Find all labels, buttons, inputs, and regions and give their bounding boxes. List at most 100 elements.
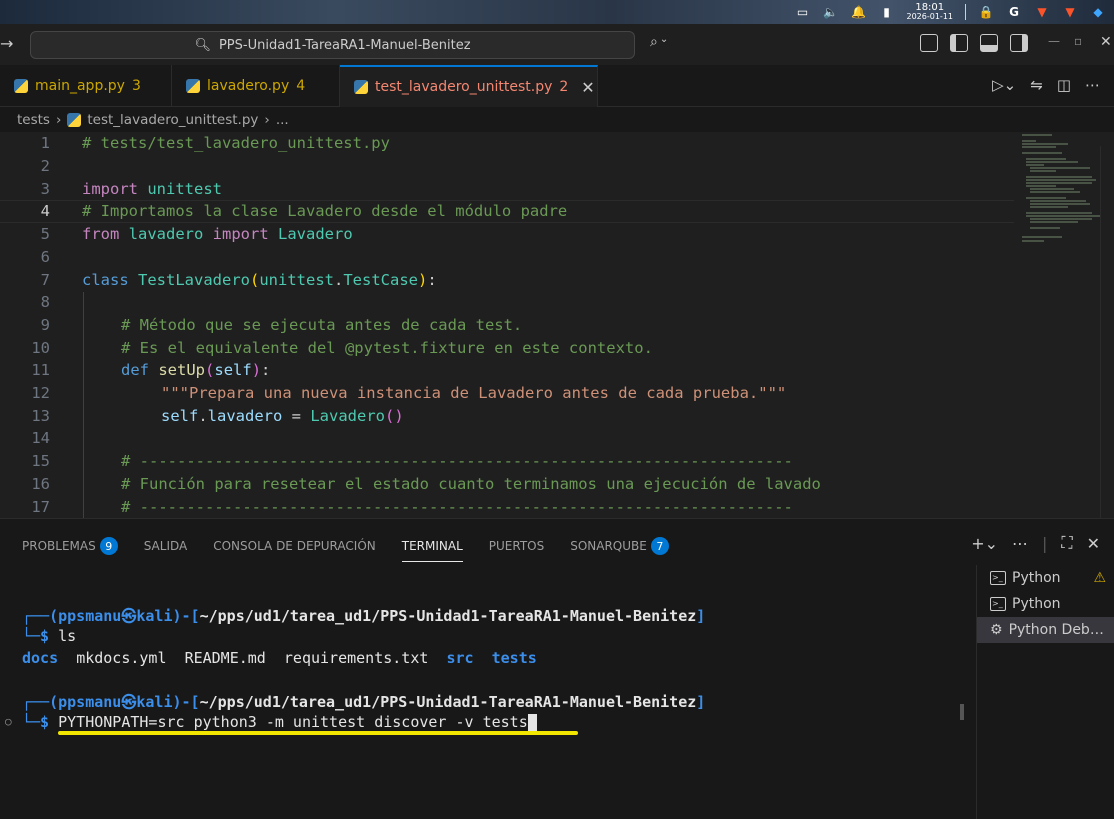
workspace-name: PPS-Unidad1-TareaRA1-Manuel-Benitez [218, 37, 471, 53]
class-name: Lavadero [310, 406, 385, 425]
terminal-output[interactable]: ┌──(ppsmanu㉿kali)-[~/pps/ud1/tarea_ud1/P… [0, 563, 960, 819]
parameter: self [214, 361, 252, 380]
tab-label: SONARQUBE [570, 539, 647, 553]
window-icon[interactable]: ▭ [795, 4, 811, 20]
maximize-icon[interactable]: ▫ [1074, 34, 1082, 48]
class-name: TestLavadero [138, 270, 250, 289]
breadcrumb: tests › test_lavadero_unittest.py › ... [17, 112, 289, 128]
more-actions-icon[interactable]: ⋯ [1012, 534, 1028, 553]
run-icon[interactable]: ▷⌄ [992, 76, 1016, 94]
close-window-icon[interactable]: ✕ [1100, 34, 1112, 50]
clock[interactable]: 18:01 2026-01-11 [907, 2, 954, 22]
dir-tests: tests [491, 649, 537, 667]
keyword: import [82, 179, 138, 198]
line-number: 4 [40, 202, 50, 221]
tab-label: SALIDA [143, 539, 188, 553]
tab-problem-count: 3 [131, 78, 141, 94]
close-tab-icon[interactable]: ✕ [581, 78, 594, 97]
terminal-item-python-1[interactable]: >_ Python ⚠ [977, 565, 1114, 591]
code-line: 1 # tests/test_lavadero_unittest.py [0, 132, 1014, 155]
tab-output[interactable]: SALIDA [144, 537, 188, 555]
battery-icon[interactable]: ▮ [879, 4, 895, 20]
line-number: 1 [40, 134, 50, 153]
copilot-icon: ⌕ [650, 34, 658, 50]
code-line: 14 [0, 427, 1014, 450]
panel-tab-list: PROBLEMAS 9 SALIDA CONSOLA DE DEPURACIÓN… [22, 537, 669, 562]
command-center-search[interactable]: 🔍︎ PPS-Unidad1-TareaRA1-Manuel-Benitez [30, 31, 635, 59]
tab-label: test_lavadero_unittest.py [375, 79, 553, 95]
customize-layout-icon[interactable] [920, 34, 938, 52]
terminal-icon: >_ [990, 597, 1006, 611]
keyword: class [82, 270, 129, 289]
minimize-icon[interactable]: — [1048, 34, 1060, 48]
editor-vertical-scrollbar[interactable] [1100, 146, 1114, 518]
minimap[interactable] [1018, 132, 1100, 252]
terminal-item-python-debug[interactable]: ⚙ Python Deb… [977, 617, 1114, 643]
panel-divider: | [1042, 533, 1048, 553]
module-name: lavadero [128, 225, 204, 244]
toggle-panel-icon[interactable] [980, 34, 998, 52]
line-number: 16 [31, 474, 50, 493]
chevron-down-icon: ⌄ [659, 34, 669, 45]
brave-icon-2[interactable]: ▼ [1062, 4, 1078, 20]
tab-sonarqube[interactable]: SONARQUBE 7 [570, 537, 669, 555]
compare-changes-icon[interactable]: ⇋ [1030, 76, 1043, 94]
terminal-item-python-2[interactable]: >_ Python [977, 591, 1114, 617]
lock-icon[interactable]: 🔒 [978, 4, 994, 20]
code-line-current: 4 # Importamos la clase Lavadero desde e… [0, 200, 1014, 223]
tab-terminal[interactable]: TERMINAL [401, 537, 463, 562]
new-terminal-icon[interactable]: +⌄ [971, 534, 998, 553]
toggle-primary-sidebar-icon[interactable] [950, 34, 968, 52]
tray-divider [965, 4, 966, 20]
tab-lavadero[interactable]: lavadero.py 4 [172, 65, 340, 107]
python-file-icon [354, 80, 368, 94]
line-number: 11 [31, 361, 50, 380]
terminal-cursor [527, 713, 537, 732]
panel-actions: +⌄ ⋯ | ⛶ ✕ [971, 533, 1100, 553]
clock-time: 18:01 [915, 2, 945, 13]
code-editor[interactable]: 1 # tests/test_lavadero_unittest.py 2 3 … [0, 132, 1114, 518]
code-comment: # Función para resetear el estado cuanto… [121, 474, 821, 493]
tab-debug-console[interactable]: CONSOLA DE DEPURACIÓN [213, 537, 376, 555]
file-requirements: requirements.txt [283, 649, 429, 667]
debug-icon: ⚙ [990, 622, 1003, 638]
tab-problems[interactable]: PROBLEMAS 9 [22, 537, 118, 555]
tab-label: PROBLEMAS [22, 539, 96, 553]
line-number: 7 [40, 270, 50, 289]
brave-icon[interactable]: ▼ [1034, 4, 1050, 20]
bell-icon[interactable]: 🔔 [851, 4, 867, 20]
toggle-secondary-sidebar-icon[interactable] [1010, 34, 1028, 52]
code-comment: # Método que se ejecuta antes de cada te… [121, 315, 523, 334]
prompt-host: kali [136, 693, 173, 711]
terminal-item-label: Python Deb… [1008, 622, 1104, 638]
module-name: unittest [147, 179, 222, 198]
copilot-chat-button[interactable]: ⌕ ⌄ [650, 34, 668, 50]
line-number: 14 [31, 429, 50, 448]
more-actions-icon[interactable]: ⋯ [1085, 76, 1100, 94]
tab-main-app[interactable]: main_app.py 3 [0, 65, 172, 107]
volume-icon[interactable]: 🔈 [823, 4, 839, 20]
yellow-underline-annotation [58, 731, 578, 735]
code-comment: # tests/test_lavadero_unittest.py [82, 134, 390, 153]
command-decoration-icon[interactable]: ○ [5, 715, 12, 728]
file-readme: README.md [184, 649, 266, 667]
back-arrow-icon[interactable]: → [0, 34, 13, 53]
maximize-panel-icon[interactable]: ⛶ [1061, 533, 1072, 553]
tab-ports[interactable]: PUERTOS [489, 537, 544, 555]
terminal-command: └─$ PYTHONPATH=src python3 -m unittest d… [22, 713, 537, 732]
vscode-icon[interactable]: ◆ [1090, 4, 1106, 20]
breadcrumb-folder[interactable]: tests [17, 112, 50, 128]
tab-test-lavadero-unittest[interactable]: test_lavadero_unittest.py 2 ✕ [340, 65, 598, 107]
google-icon[interactable]: G [1006, 4, 1022, 20]
close-panel-icon[interactable]: ✕ [1087, 534, 1100, 553]
keyword: import [212, 225, 269, 244]
split-editor-icon[interactable]: ◫ [1057, 76, 1071, 94]
terminal-scrollbar[interactable] [960, 704, 964, 720]
breadcrumb-file[interactable]: test_lavadero_unittest.py [87, 112, 258, 128]
class-name: Lavadero [278, 225, 353, 244]
terminal-prompt: ┌──(ppsmanu㉿kali)-[~/pps/ud1/tarea_ud1/P… [22, 607, 706, 625]
breadcrumb-more[interactable]: ... [276, 112, 289, 128]
search-icon: 🔍︎ [194, 37, 211, 53]
code-line: 12 """Prepara una nueva instancia de Lav… [0, 382, 1014, 405]
line-number: 2 [40, 157, 50, 176]
